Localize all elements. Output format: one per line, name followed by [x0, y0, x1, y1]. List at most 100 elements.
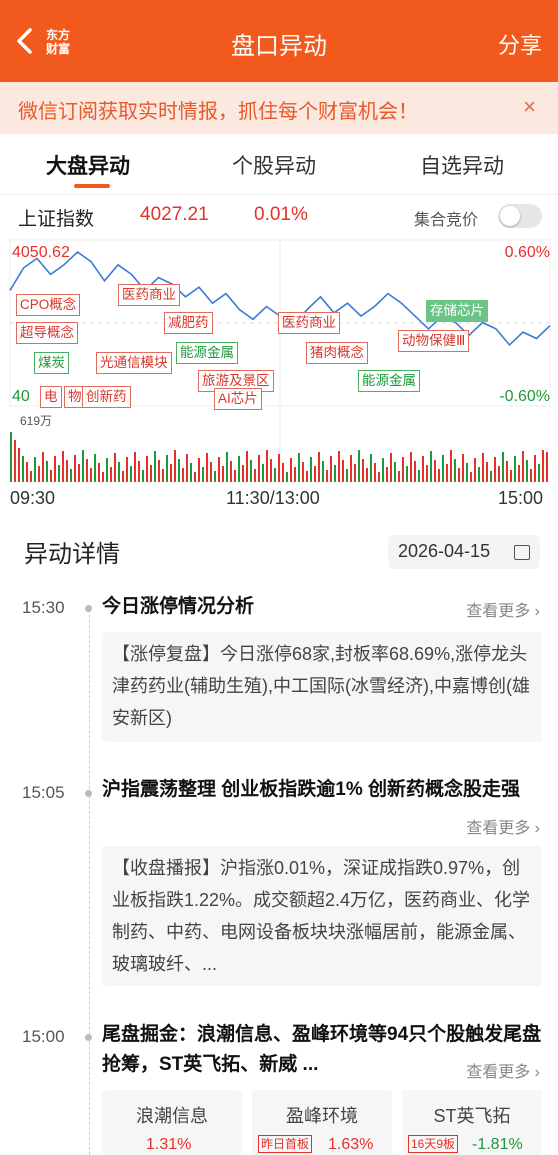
volume-bar — [34, 457, 36, 482]
volume-bar — [410, 452, 412, 482]
volume-bar — [538, 464, 540, 482]
share-button[interactable]: 分享 — [498, 28, 542, 60]
volume-bar — [346, 469, 348, 482]
auction-toggle[interactable] — [498, 204, 542, 228]
volume-bar — [342, 460, 344, 482]
tag-ai-chip[interactable]: AI芯片 — [214, 388, 262, 410]
tag-animal-health[interactable]: 动物保健Ⅲ — [398, 330, 470, 352]
volume-bar — [134, 452, 136, 482]
volume-bar — [18, 448, 20, 482]
calendar-icon — [514, 545, 530, 560]
date-picker[interactable]: 2026-04-15 — [388, 535, 540, 569]
volume-bar — [214, 471, 216, 482]
volume-bar — [114, 453, 116, 482]
volume-bar — [258, 455, 260, 482]
volume-bar — [262, 464, 264, 482]
auction-label: 集合竞价 — [414, 212, 479, 229]
time-open: 09:30 — [10, 488, 56, 508]
volume-bar — [470, 472, 472, 482]
toggle-knob — [500, 206, 520, 226]
volume-bar — [530, 469, 532, 482]
volume-bar — [246, 451, 248, 482]
volume-bar — [202, 467, 204, 482]
volume-bar — [122, 471, 124, 482]
tag-pharma-commerce-2[interactable]: 医药商业 — [278, 312, 340, 334]
view-more-link[interactable]: 查看更多 › — [466, 597, 540, 621]
active-tab-indicator — [74, 184, 110, 188]
volume-bar — [510, 470, 512, 482]
view-more-link[interactable]: 查看更多 › — [466, 814, 540, 838]
volume-bar — [462, 454, 464, 482]
volume-bar — [350, 455, 352, 482]
tab-stock-movement[interactable]: 个股异动 — [232, 150, 316, 180]
event-time: 15:30 — [22, 598, 65, 617]
volume-bar — [354, 464, 356, 482]
volume-bar — [382, 458, 384, 482]
volume-bar — [210, 462, 212, 482]
volume-bar — [338, 451, 340, 482]
volume-bar — [54, 456, 56, 482]
volume-bar — [154, 451, 156, 482]
volume-bar — [378, 472, 380, 482]
volume-bar — [250, 460, 252, 482]
tag-energy-metal[interactable]: 能源金属 — [176, 342, 238, 364]
timeline-dot — [85, 790, 92, 797]
time-midday: 11:30/13:00 — [226, 488, 320, 508]
stock-card[interactable]: 浪潮信息 1.31% — [102, 1090, 242, 1155]
event-body[interactable]: 【收盘播报】沪指涨0.01%，深证成指跌0.97%，创业板指跌1.22%。成交额… — [102, 846, 542, 986]
tag-innovative-drug[interactable]: 创新药 — [82, 386, 131, 408]
volume-bar — [130, 466, 132, 482]
tab-bar: 大盘异动 个股异动 自选异动 — [0, 134, 558, 195]
page-title: 盘口异动 — [231, 33, 327, 60]
volume-bar — [50, 470, 52, 482]
volume-bar — [522, 451, 524, 482]
stock-card[interactable]: ST英飞拓 16天9板 -1.81% — [402, 1090, 542, 1155]
volume-bar — [106, 458, 108, 482]
tag-pork[interactable]: 猪肉概念 — [306, 342, 368, 364]
stock-card[interactable]: 盈峰环境 昨日首板 1.63% — [252, 1090, 392, 1155]
volume-bar — [482, 453, 484, 482]
tag-superconductor[interactable]: 超导概念 — [16, 322, 78, 344]
volume-bar — [406, 466, 408, 482]
tag-cpo[interactable]: CPO概念 — [16, 294, 81, 316]
tag-coal[interactable]: 煤炭 — [34, 352, 69, 374]
event-title[interactable]: 沪指震荡整理 创业板指跌逾1% 创新药概念股走强 — [102, 775, 542, 805]
volume-bar — [534, 455, 536, 482]
volume-bar — [314, 466, 316, 482]
intraday-chart[interactable]: 4050.62 0.60% 40 -0.60% 619万 CPO概念 超导概念 … — [0, 236, 558, 512]
volume-bar — [398, 471, 400, 482]
tag-optical-module[interactable]: 光通信模块 — [96, 352, 172, 374]
volume-bar — [494, 457, 496, 482]
stock-name: ST英飞拓 — [433, 1106, 511, 1126]
close-icon[interactable]: × — [523, 94, 536, 120]
volume-bar — [282, 463, 284, 482]
tag-pharma-commerce[interactable]: 医药商业 — [118, 284, 180, 306]
subscribe-banner[interactable]: 微信订阅获取实时情报，抓住每个财富机会！ × — [0, 82, 558, 134]
tab-market-movement[interactable]: 大盘异动 — [46, 150, 130, 180]
stock-change: -1.81% — [472, 1136, 523, 1153]
volume-bar — [486, 462, 488, 482]
volume-bar — [506, 461, 508, 482]
volume-bar — [290, 458, 292, 482]
volume-bar — [514, 456, 516, 482]
volume-bar — [186, 454, 188, 482]
volume-bar — [318, 452, 320, 482]
volume-bar — [138, 461, 140, 482]
tag-storage-chip[interactable]: 存储芯片 — [426, 300, 488, 322]
volume-bar — [190, 463, 192, 482]
volume-bar — [82, 450, 84, 482]
event-body[interactable]: 【涨停复盘】今日涨停68家,封板率68.69%,涨停龙头津药药业(辅助生殖),中… — [102, 632, 542, 742]
tag-energy-metal-2[interactable]: 能源金属 — [358, 370, 420, 392]
tag-electric[interactable]: 电 — [40, 386, 62, 408]
volume-bar — [238, 456, 240, 482]
volume-bar — [442, 455, 444, 482]
volume-bar — [102, 472, 104, 482]
tab-watchlist-movement[interactable]: 自选异动 — [420, 150, 504, 180]
view-more-link[interactable]: 查看更多 › — [466, 1058, 540, 1082]
volume-bar — [294, 467, 296, 482]
tag-weight-loss[interactable]: 减肥药 — [164, 312, 213, 334]
volume-bar — [502, 452, 504, 482]
stock-badge: 昨日首板 — [258, 1135, 313, 1153]
volume-bar — [518, 465, 520, 482]
volume-bar — [422, 456, 424, 482]
